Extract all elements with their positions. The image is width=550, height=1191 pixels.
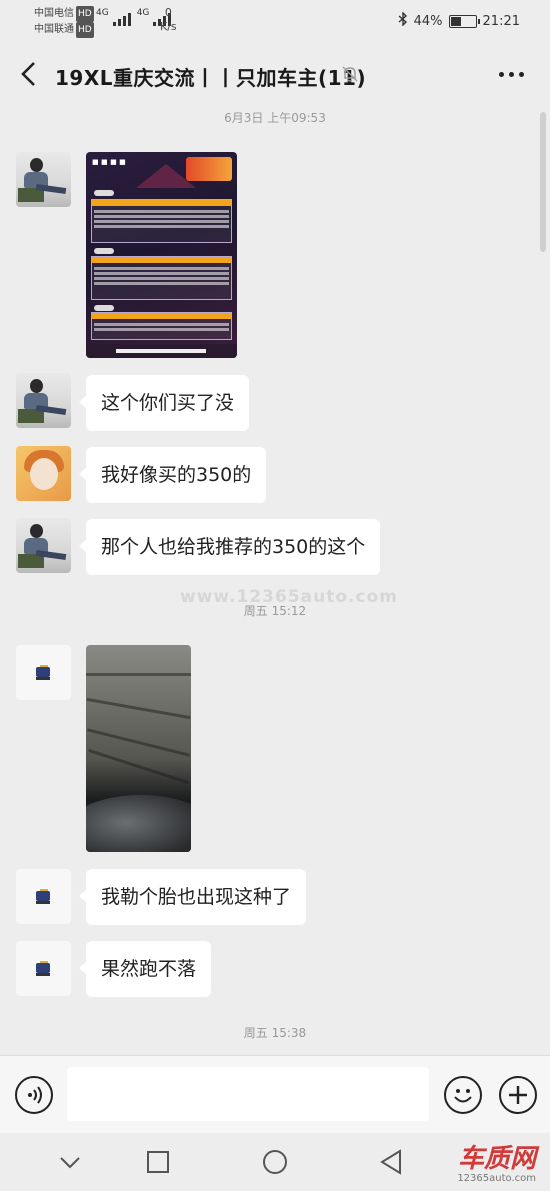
image-message-tire[interactable] xyxy=(86,645,191,852)
back-arrow-icon[interactable] xyxy=(18,60,40,88)
chat-title: 19XL重庆交流丨丨只加车主(11) xyxy=(55,66,367,90)
net-label-2: 4G xyxy=(136,8,150,18)
nav-home-icon[interactable] xyxy=(260,1147,290,1177)
brand-logo: 车质网 12365auto.com xyxy=(457,1145,536,1184)
voice-icon[interactable] xyxy=(15,1076,53,1114)
timestamp: 周五 15:38 xyxy=(243,1026,307,1040)
hd-badge: HD xyxy=(76,6,94,22)
message-bubble[interactable]: 我好像买的350的 xyxy=(78,447,267,503)
net-speed: 0 K/s xyxy=(160,6,177,34)
message-bubble[interactable]: 我勒个胎也出现这种了 xyxy=(78,869,307,925)
plus-icon[interactable] xyxy=(499,1076,537,1114)
poster-badge xyxy=(186,157,232,181)
timestamp: 6月3日 上午09:53 xyxy=(224,111,326,125)
clock: 21:21 xyxy=(482,13,520,29)
battery-percent: 44% xyxy=(413,13,443,29)
more-dots-icon[interactable] xyxy=(499,72,524,77)
poster-logo: ■ ■ ■ ■ xyxy=(92,158,126,166)
avatar[interactable] xyxy=(16,518,71,573)
speed-unit: K/s xyxy=(160,20,177,33)
signal-icon xyxy=(112,10,131,26)
input-bar xyxy=(0,1055,550,1133)
avatar[interactable] xyxy=(16,869,71,924)
timestamp: 周五 15:12 xyxy=(243,604,307,618)
chat-header: 19XL重庆交流丨丨只加车主(11) xyxy=(0,48,550,100)
avatar[interactable] xyxy=(16,941,71,996)
speed-value: 0 xyxy=(164,6,172,19)
status-bar: 中国电信 HD 中国联通 HD 4G 4G 0 K/s 44% 21:21 xyxy=(0,0,550,44)
image-message-insurance-poster[interactable]: ■ ■ ■ ■ xyxy=(86,152,237,358)
battery-icon xyxy=(448,14,480,28)
nav-recents-icon[interactable] xyxy=(143,1147,173,1177)
message-bubble[interactable]: 这个你们买了没 xyxy=(78,375,250,431)
brand-logo-text: 车质网 xyxy=(457,1144,536,1174)
avatar[interactable] xyxy=(16,152,71,207)
nav-hide-icon[interactable] xyxy=(55,1147,85,1177)
scrollbar[interactable] xyxy=(540,112,546,252)
emoji-icon[interactable] xyxy=(444,1076,482,1114)
net-label-1: 4G xyxy=(96,8,109,18)
carrier-1: 中国电信 xyxy=(34,8,74,19)
message-input[interactable] xyxy=(67,1067,429,1121)
brand-url: 12365auto.com xyxy=(457,1173,536,1184)
nav-back-icon[interactable] xyxy=(377,1147,407,1177)
right-status: 44% 21:21 xyxy=(398,11,520,30)
mute-bell-icon xyxy=(340,64,360,84)
carrier-2: 中国联通 xyxy=(34,24,74,35)
avatar[interactable] xyxy=(16,446,71,501)
message-bubble[interactable]: 那个人也给我推荐的350的这个 xyxy=(78,519,381,575)
avatar[interactable] xyxy=(16,645,71,700)
carrier-info: 中国电信 HD 中国联通 HD xyxy=(34,6,94,38)
avatar[interactable] xyxy=(16,373,71,428)
bluetooth-icon xyxy=(398,11,408,30)
message-bubble[interactable]: 果然跑不落 xyxy=(78,941,212,997)
hd-badge-2: HD xyxy=(76,22,94,38)
